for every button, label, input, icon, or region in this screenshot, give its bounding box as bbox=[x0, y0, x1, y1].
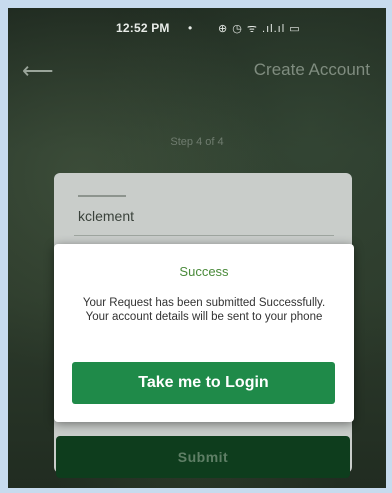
success-dialog: Success Your Request has been submitted … bbox=[54, 244, 354, 422]
status-bar: 12:52 PM • ⊕ ◷ ᯤ .ıl.ıl ▭ bbox=[8, 8, 386, 48]
app-header: ⟵ Create Account bbox=[8, 52, 386, 92]
step-indicator: Step 4 of 4 bbox=[170, 136, 224, 148]
username-field-value[interactable]: kclement bbox=[78, 208, 134, 224]
dialog-title: Success bbox=[179, 264, 229, 279]
take-me-to-login-button[interactable]: Take me to Login bbox=[72, 362, 335, 404]
status-icons: ⊕ ◷ ᯤ .ıl.ıl ▭ bbox=[218, 23, 301, 35]
dialog-message: Your Request has been submitted Successf… bbox=[82, 297, 326, 323]
status-time: 12:52 PM bbox=[116, 21, 170, 35]
back-arrow-icon[interactable]: ⟵ bbox=[22, 58, 58, 84]
screenshot-frame: 12:52 PM • ⊕ ◷ ᯤ .ıl.ıl ▭ ⟵ Create Accou… bbox=[0, 0, 392, 493]
submit-button[interactable]: Submit bbox=[56, 436, 350, 478]
status-dot: • bbox=[188, 21, 193, 35]
field-underline bbox=[74, 235, 334, 236]
page-title: Create Account bbox=[253, 60, 370, 79]
field-label-line bbox=[78, 195, 126, 197]
phone-screen: 12:52 PM • ⊕ ◷ ᯤ .ıl.ıl ▭ ⟵ Create Accou… bbox=[8, 8, 386, 488]
